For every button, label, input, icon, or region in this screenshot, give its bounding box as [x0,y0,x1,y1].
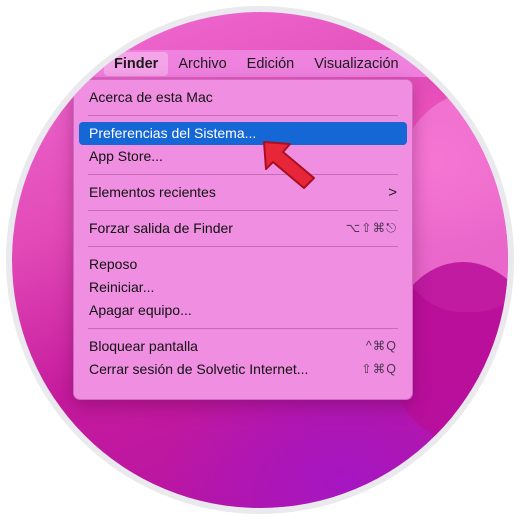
zoom-viewport: Finder Archivo Edición Visualización Ace… [12,12,508,508]
apple-menu-dropdown: Acerca de esta Mac Preferencias del Sist… [73,79,413,400]
menu-item-label: Bloquear pantalla [89,338,198,354]
menu-separator [88,210,398,211]
menu-item-sleep[interactable]: Reposo [79,253,407,276]
menu-item-lock-screen[interactable]: Bloquear pantalla ^⌘Q [79,335,407,358]
menubar-edicion[interactable]: Edición [237,56,305,72]
menubar-visualizacion[interactable]: Visualización [304,56,408,72]
menu-item-shutdown[interactable]: Apagar equipo... [79,299,407,322]
menu-item-label: Cerrar sesión de Solvetic Internet... [89,361,309,377]
menu-separator [88,246,398,247]
menu-item-app-store[interactable]: App Store... [79,145,407,168]
menu-item-label: Reiniciar... [89,279,155,295]
menubar-archivo[interactable]: Archivo [168,56,236,72]
menu-item-label: Reposo [89,256,138,272]
menu-item-log-out[interactable]: Cerrar sesión de Solvetic Internet... ⇧⌘… [79,358,407,381]
menu-separator [88,115,398,116]
menu-bar: Finder Archivo Edición Visualización [12,50,508,77]
menu-item-label: Preferencias del Sistema... [89,125,257,141]
menu-item-label: Elementos recientes [89,184,216,200]
menu-item-system-preferences[interactable]: Preferencias del Sistema... [79,122,407,145]
menu-item-restart[interactable]: Reiniciar... [79,276,407,299]
menu-item-force-quit[interactable]: Forzar salida de Finder ⌥⇧⌘⎋ [79,217,407,240]
chevron-right-icon: > [388,184,397,201]
menu-item-label: Apagar equipo... [89,302,192,318]
keyboard-shortcut: ⌥⇧⌘⎋ [345,221,397,235]
pointer-arrow-icon [263,141,315,189]
menu-item-label: Acerca de esta Mac [89,89,213,105]
menu-item-recent-items[interactable]: Elementos recientes > [79,181,407,204]
keyboard-shortcut: ⇧⌘Q [361,362,397,376]
menubar-finder[interactable]: Finder [104,51,169,76]
menu-separator [88,328,398,329]
menu-item-about[interactable]: Acerca de esta Mac [79,86,407,109]
keyboard-shortcut: ^⌘Q [365,339,397,353]
menu-item-label: Forzar salida de Finder [89,220,233,236]
menu-item-label: App Store... [89,148,163,164]
menu-separator [88,174,398,175]
